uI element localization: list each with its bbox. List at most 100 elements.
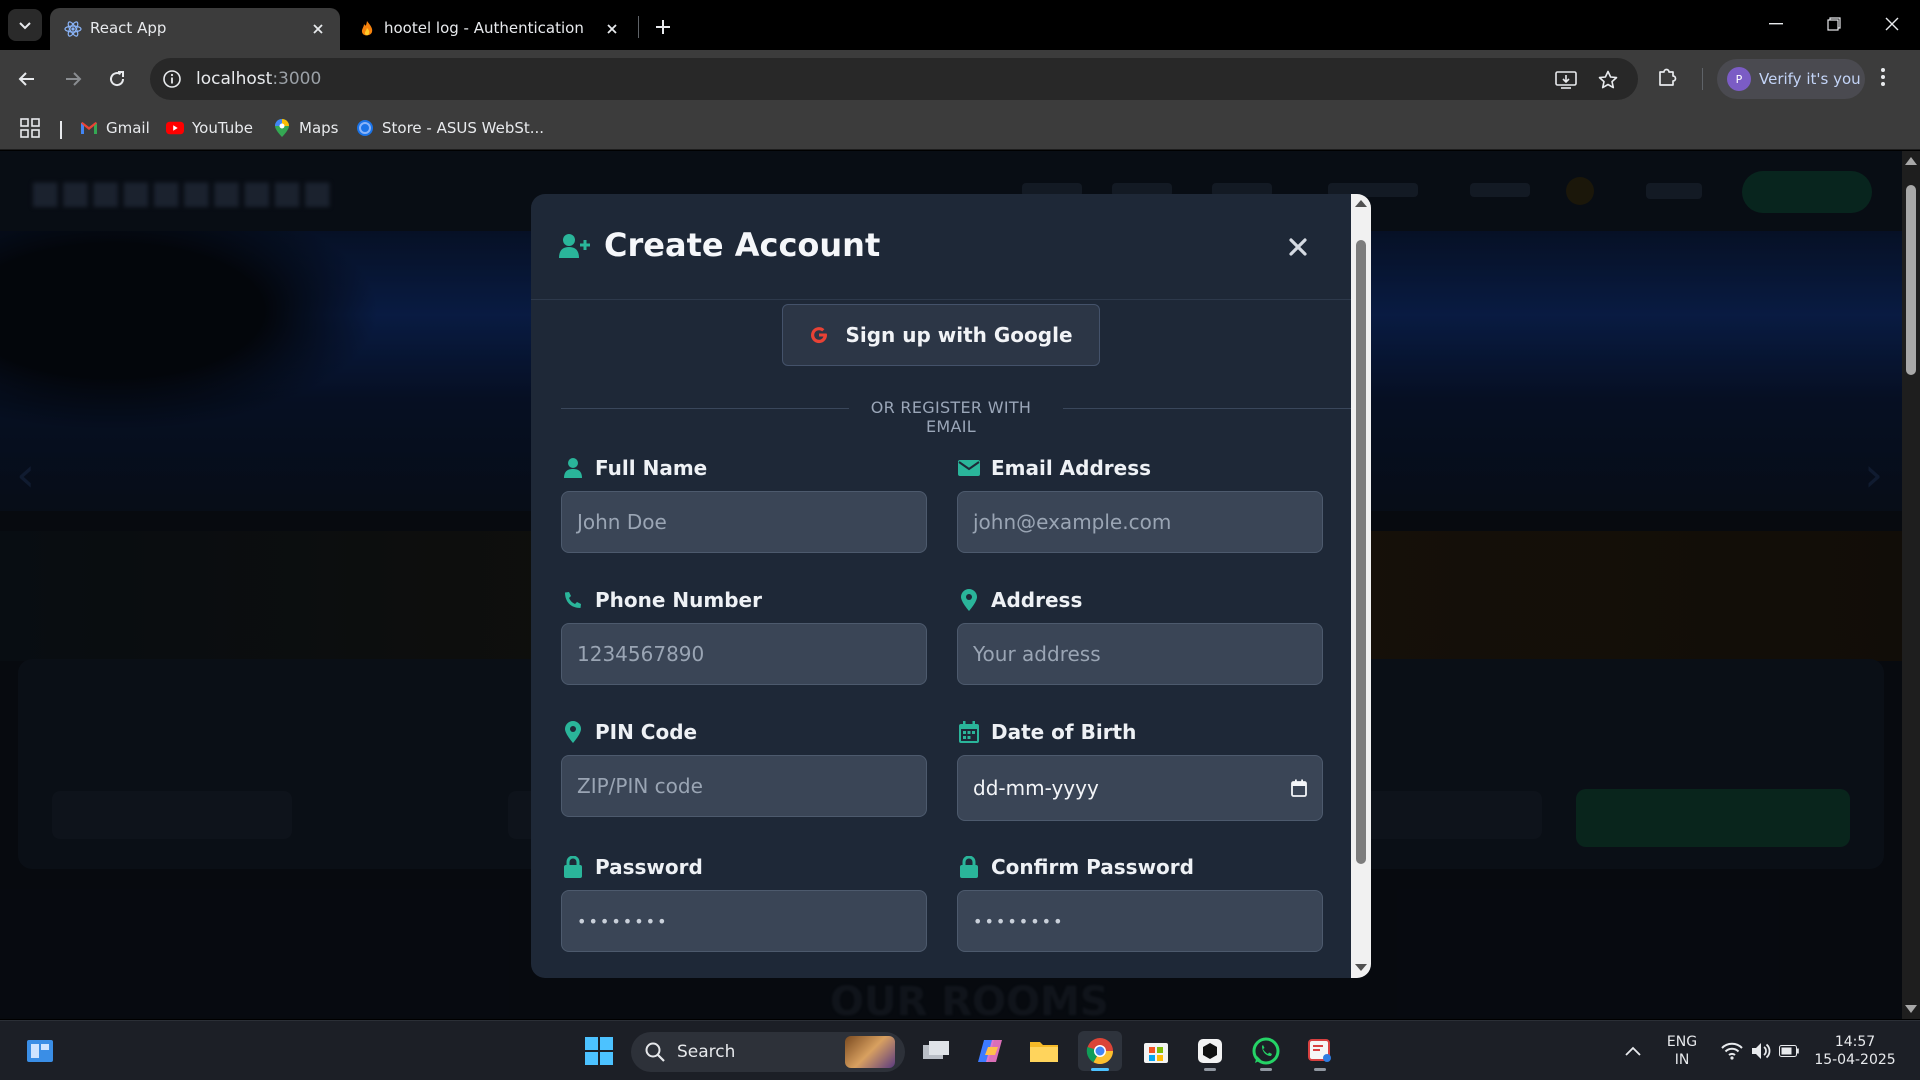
new-tab-button[interactable] (648, 12, 678, 42)
pin-code-input[interactable]: ZIP/PIN code (561, 755, 927, 817)
tab-search-button[interactable] (8, 9, 42, 41)
search-icon (645, 1042, 665, 1062)
search-label: Search (677, 1042, 736, 1062)
url-host: localhost (196, 69, 273, 89)
react-logo-icon (64, 20, 82, 38)
back-button[interactable] (10, 62, 44, 96)
modal-header: Create Account (531, 194, 1371, 300)
map-pin-icon (957, 589, 981, 611)
more-menu-icon[interactable] (1880, 65, 1886, 89)
chrome-icon (1086, 1038, 1114, 1065)
modal-scrollbar[interactable] (1351, 194, 1371, 978)
full-name-input[interactable]: John Doe (561, 491, 927, 553)
tab-hootel-log[interactable]: hootel log - Authentication - Us (344, 8, 634, 50)
full-name-label-text: Full Name (595, 456, 708, 480)
extensions-puzzle-icon[interactable] (1656, 64, 1680, 88)
bookmark-gmail[interactable]: Gmail (80, 117, 150, 139)
modal-title: Create Account (604, 226, 881, 264)
folder-icon (1030, 1042, 1058, 1062)
bookmarks-divider (60, 121, 62, 139)
snipping-tool-button[interactable] (1298, 1031, 1342, 1071)
page-scroll-thumb[interactable] (1906, 185, 1916, 375)
search-highlight-image (845, 1036, 895, 1068)
snipping-tool-icon (1308, 1039, 1331, 1062)
bookmark-label: Maps (299, 119, 339, 137)
divider-line-left (561, 408, 849, 409)
quick-settings-button[interactable] (1712, 1031, 1808, 1071)
forward-button[interactable] (56, 62, 90, 96)
taskbar-search-box[interactable]: Search (631, 1032, 905, 1072)
chevron-up-icon (1625, 1046, 1641, 1056)
file-explorer-button[interactable] (1022, 1031, 1066, 1071)
clock[interactable]: 14:57 15-04-2025 (1810, 1033, 1900, 1069)
show-hidden-icons-button[interactable] (1611, 1031, 1655, 1071)
whatsapp-icon (1252, 1037, 1280, 1065)
app-cube-button[interactable] (1188, 1031, 1232, 1071)
chrome-taskbar-button[interactable] (1078, 1031, 1122, 1071)
youtube-icon (166, 119, 184, 137)
whatsapp-button[interactable] (1244, 1031, 1288, 1071)
bookmark-label: Gmail (106, 119, 150, 137)
google-g-icon (809, 325, 829, 345)
close-tab-icon[interactable] (308, 19, 328, 39)
confirm-password-label-text: Confirm Password (991, 855, 1194, 879)
windows-logo-icon (585, 1037, 613, 1065)
close-icon (1289, 238, 1307, 256)
address-input[interactable]: Your address (957, 623, 1323, 685)
clock-time: 14:57 (1834, 1034, 1876, 1050)
page-scrollbar[interactable] (1902, 151, 1920, 1019)
language-indicator[interactable]: ENG IN (1658, 1033, 1706, 1069)
address-bar[interactable]: localhost:3000 (150, 58, 1638, 100)
bookmark-maps[interactable]: Maps (273, 117, 338, 139)
close-window-button[interactable] (1868, 6, 1916, 42)
pin-code-label: PIN Code (561, 720, 697, 744)
minimize-icon (1769, 23, 1783, 25)
phone-input[interactable]: 1234567890 (561, 623, 927, 685)
restore-button[interactable] (1810, 6, 1858, 42)
divider-line-right (1063, 408, 1353, 409)
bookmark-label: YouTube (192, 119, 253, 137)
bookmark-asus-store[interactable]: Store - ASUS WebSt... (356, 117, 544, 139)
password-label-text: Password (595, 855, 703, 879)
bookmark-youtube[interactable]: YouTube (166, 117, 253, 139)
email-label: Email Address (957, 456, 1151, 480)
scroll-down-arrow-icon[interactable] (1905, 1005, 1917, 1013)
scroll-up-arrow-icon[interactable] (1905, 157, 1917, 165)
copilot-icon (978, 1040, 1002, 1062)
google-button-label: Sign up with Google (845, 323, 1073, 347)
password-input[interactable]: •••••••• (561, 890, 927, 952)
battery-icon (1779, 1045, 1799, 1057)
calendar-picker-icon[interactable] (1291, 779, 1307, 797)
page-viewport: ■■■■■■■■■■ ‹ › OUR ROOMS Create Account (0, 151, 1902, 1019)
start-button[interactable] (577, 1031, 621, 1071)
site-info-icon[interactable] (162, 69, 182, 89)
email-input[interactable]: john@example.com (957, 491, 1323, 553)
verify-profile-button[interactable]: P Verify it's you (1717, 59, 1865, 99)
task-view-button[interactable] (914, 1031, 958, 1071)
scroll-down-arrow-icon[interactable] (1355, 964, 1367, 971)
windows-taskbar: Search ENG IN 14:57 15-04-2025 (0, 1020, 1920, 1080)
open-indicator (1204, 1068, 1216, 1071)
ms-store-button[interactable] (1134, 1031, 1178, 1071)
plus-icon (656, 20, 670, 34)
bookmark-label: Store - ASUS WebSt... (382, 119, 545, 137)
reload-button[interactable] (100, 62, 134, 96)
google-signup-button[interactable]: Sign up with Google (782, 304, 1100, 366)
bookmark-star-icon[interactable] (1596, 68, 1620, 92)
apps-grid-button[interactable] (20, 117, 40, 139)
install-app-icon[interactable] (1554, 68, 1578, 92)
close-tab-icon[interactable] (602, 19, 622, 39)
copilot-button[interactable] (968, 1031, 1012, 1071)
full-name-label: Full Name (561, 456, 707, 480)
verify-label: Verify it's you (1759, 70, 1861, 88)
gmail-icon (80, 119, 98, 137)
confirm-password-input[interactable]: •••••••• (957, 890, 1323, 952)
widgets-button[interactable] (18, 1031, 62, 1071)
store-icon (1144, 1043, 1168, 1063)
tab-react-app[interactable]: React App (50, 8, 340, 50)
scroll-up-arrow-icon[interactable] (1355, 200, 1367, 207)
modal-scroll-thumb[interactable] (1356, 240, 1366, 864)
minimize-button[interactable] (1752, 6, 1800, 42)
dob-input[interactable]: dd-mm-yyyy (957, 755, 1323, 821)
modal-close-button[interactable] (1283, 232, 1313, 262)
